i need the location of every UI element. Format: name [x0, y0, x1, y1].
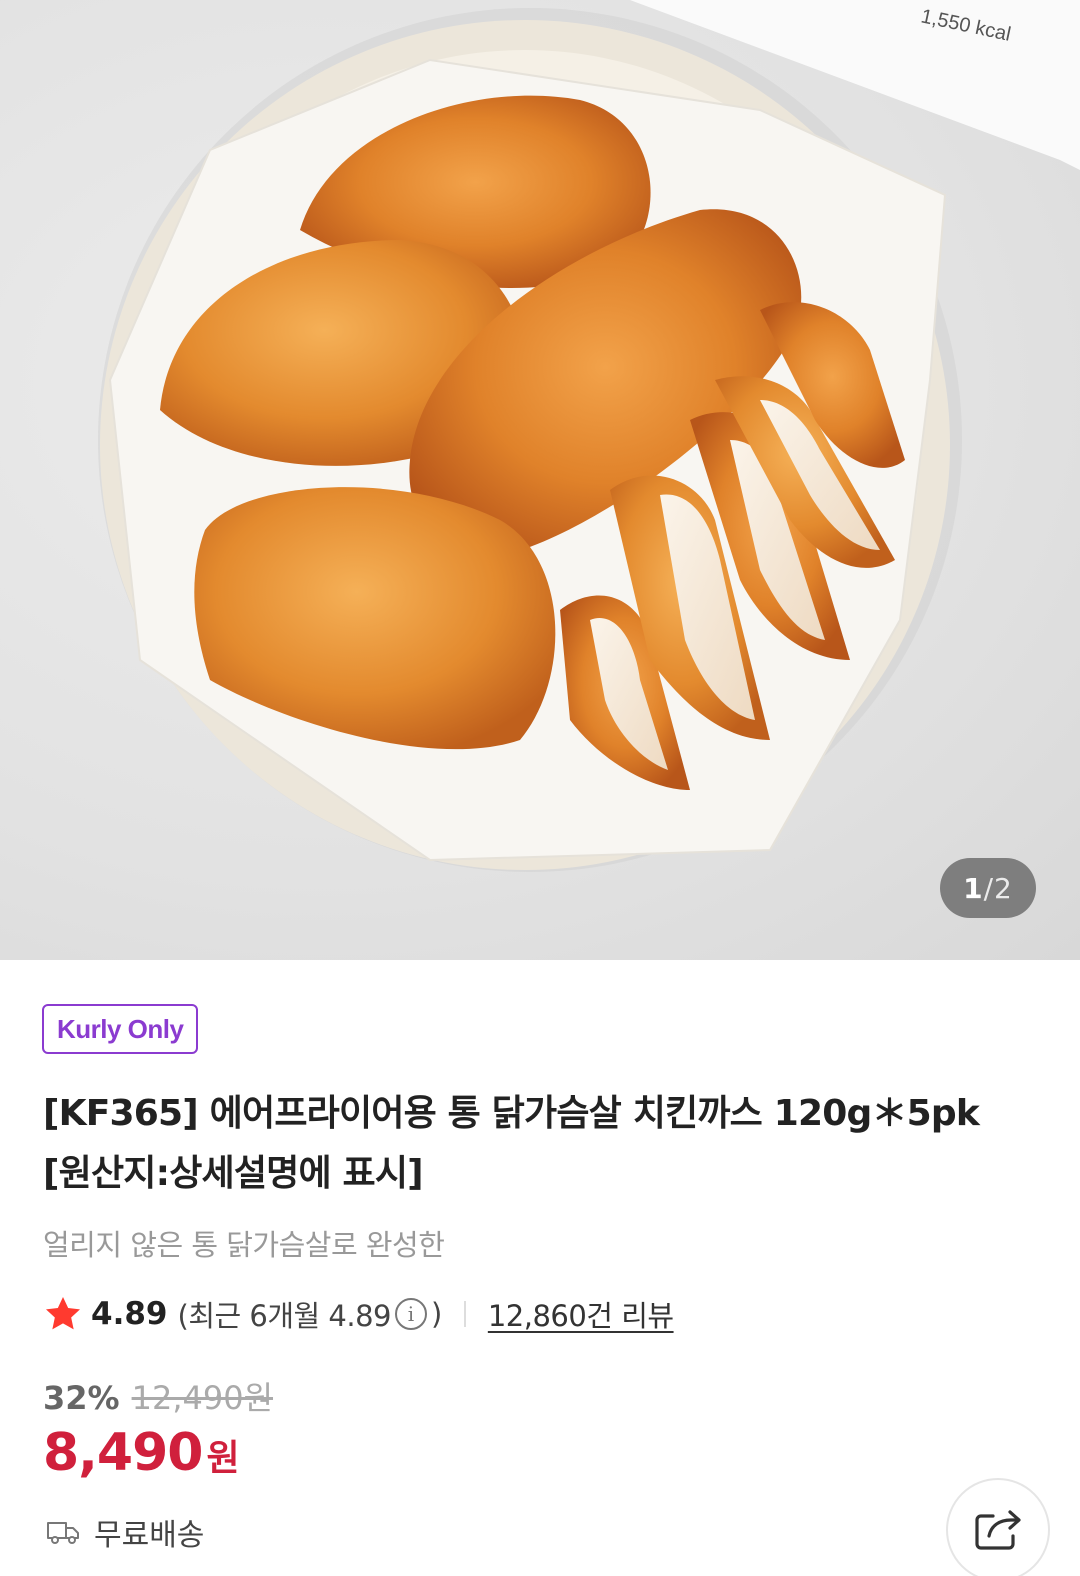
sale-price-unit: 원	[206, 1438, 240, 1479]
share-icon	[975, 1510, 1021, 1550]
total-pages: 2	[994, 871, 1013, 905]
truck-icon	[47, 1522, 79, 1544]
page-separator: /	[983, 871, 995, 905]
divider	[463, 1301, 466, 1327]
product-image-gallery[interactable]: 1,550 kcal 1 / 2	[0, 0, 1080, 960]
recent-rating-text: (최근 6개월 4.89	[177, 1299, 392, 1333]
sale-price-value: 8,490	[43, 1423, 203, 1483]
product-subtitle: 얼리지 않은 통 닭가슴살로 완성한	[43, 1228, 445, 1262]
rating-row: 4.89 (최근 6개월 4.89 i ) 12,860건 리뷰	[43, 1290, 674, 1338]
recent-rating-close: )	[431, 1297, 442, 1331]
share-button[interactable]	[946, 1478, 1050, 1576]
discount-row: 32% 12,490원	[43, 1373, 273, 1419]
product-title: [KF365] 에어프라이어용 통 닭가슴살 치킨까스 120g＊5pk [원산…	[43, 1093, 980, 1194]
sale-price: 8,490 원	[43, 1423, 240, 1483]
discount-rate: 32%	[43, 1379, 120, 1417]
kurly-only-badge: Kurly Only	[42, 1004, 199, 1054]
review-count-link[interactable]: 12,860건 리뷰	[488, 1293, 674, 1335]
product-photo: 1,550 kcal	[98, 0, 1080, 872]
image-page-indicator: 1 / 2	[940, 858, 1036, 918]
rating-score: 4.89	[91, 1296, 168, 1332]
info-icon[interactable]: i	[395, 1298, 427, 1330]
shipping-info: 무료배송	[46, 1510, 204, 1554]
product-info: Kurly Only [KF365] 에어프라이어용 통 닭가슴살 치킨까스 1…	[0, 960, 1080, 1576]
shipping-label: 무료배송	[94, 1518, 205, 1553]
current-page: 1	[963, 871, 984, 905]
original-price: 12,490원	[131, 1379, 274, 1417]
star-icon	[46, 1297, 80, 1330]
